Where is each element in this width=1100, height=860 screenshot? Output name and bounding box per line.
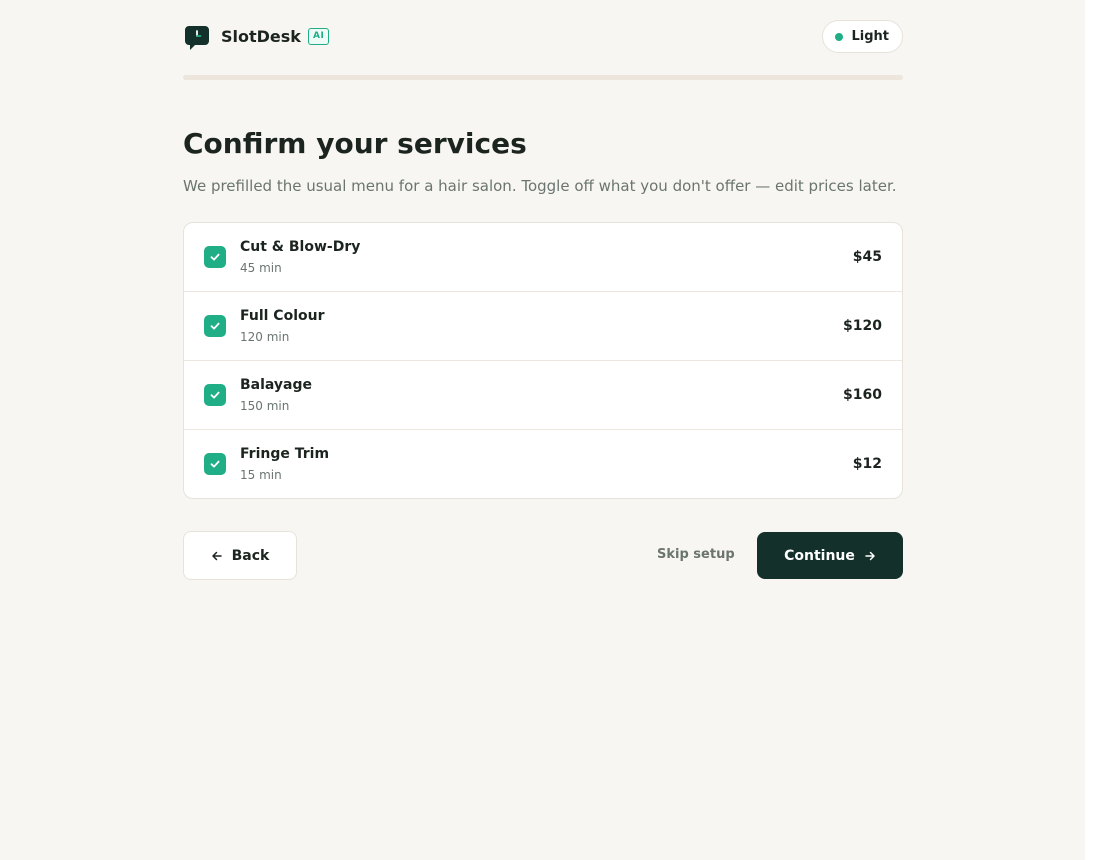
service-checkbox[interactable]: [204, 246, 226, 268]
checkmark-icon: [210, 460, 220, 468]
page-title: Confirm your services: [183, 127, 527, 160]
theme-toggle-button[interactable]: Light: [822, 20, 903, 53]
checkmark-icon: [210, 322, 220, 330]
service-price: $160: [843, 387, 882, 403]
checkmark-icon: [210, 253, 220, 261]
service-checkbox[interactable]: [204, 384, 226, 406]
service-list: Cut & Blow-Dry 45 min $45 Full Colour 12…: [183, 222, 903, 499]
service-row[interactable]: Cut & Blow-Dry 45 min $45: [184, 223, 902, 292]
service-duration: 120 min: [240, 330, 290, 344]
checkmark-icon: [210, 391, 220, 399]
onboarding-page: SlotDesk AI Light Confirm your services …: [0, 0, 1085, 860]
service-checkbox[interactable]: [204, 315, 226, 337]
service-duration: 15 min: [240, 468, 282, 482]
service-name: Full Colour: [240, 308, 325, 324]
service-price: $12: [852, 456, 882, 472]
status-dot-icon: [835, 32, 844, 41]
continue-button-label: Continue: [784, 547, 855, 564]
back-button[interactable]: Back: [183, 531, 297, 580]
ai-badge: AI: [308, 28, 330, 45]
back-button-label: Back: [231, 547, 270, 564]
arrow-left-icon: [211, 551, 222, 560]
page-subtitle: We prefilled the usual menu for a hair s…: [183, 177, 897, 195]
service-checkbox[interactable]: [204, 453, 226, 475]
service-row[interactable]: Fringe Trim 15 min $12: [184, 430, 902, 498]
service-row[interactable]: Balayage 150 min $160: [184, 361, 902, 430]
service-name: Fringe Trim: [240, 446, 330, 462]
header: SlotDesk AI Light: [183, 20, 903, 54]
service-duration: 150 min: [240, 399, 290, 413]
service-price: $45: [852, 249, 882, 265]
service-name: Cut & Blow-Dry: [240, 239, 361, 255]
service-row[interactable]: Full Colour 120 min $120: [184, 292, 902, 361]
slotdesk-logo-icon: [185, 26, 209, 50]
service-duration: 45 min: [240, 261, 282, 275]
service-price: $120: [843, 318, 882, 334]
brand-name: SlotDesk: [221, 27, 301, 46]
arrow-right-icon: [865, 551, 875, 560]
service-name: Balayage: [240, 377, 313, 393]
skip-setup-link[interactable]: Skip setup: [657, 546, 735, 564]
theme-toggle-label: Light: [851, 29, 889, 44]
continue-button[interactable]: Continue: [757, 532, 903, 579]
onboarding-progress-bar: [183, 75, 903, 80]
